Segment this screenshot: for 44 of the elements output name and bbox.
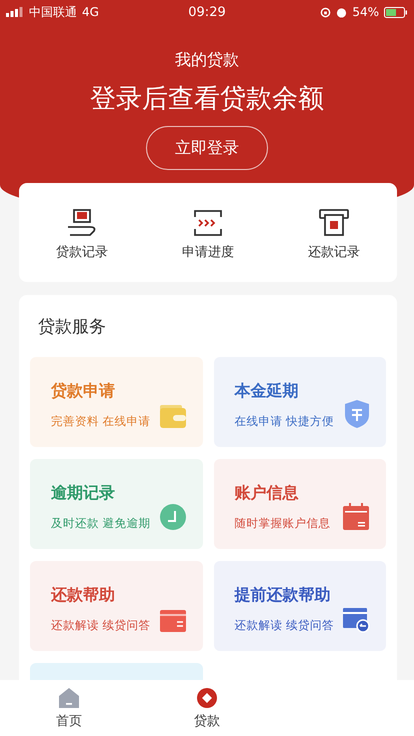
clock-time: 09:29: [188, 4, 226, 20]
lock-rotation-icon: [320, 6, 332, 18]
hand-money-icon[interactable]: [66, 209, 98, 237]
network-type: 4G: [82, 5, 99, 19]
card-slot-icon[interactable]: [319, 209, 349, 237]
service-tile[interactable]: 账户信息 随时掌握账户信息: [214, 459, 386, 549]
tile-title: 还款帮助: [51, 585, 115, 606]
quick-link-label[interactable]: 贷款记录: [56, 243, 108, 261]
carrier-name: 中国联通: [29, 4, 77, 20]
card-icon: [158, 609, 186, 633]
page-title: 我的贷款: [175, 50, 239, 71]
login-button[interactable]: 立即登录: [146, 126, 268, 170]
tab-item[interactable]: 首页: [0, 680, 138, 736]
card-return-icon: [342, 607, 370, 633]
coin-icon: [196, 686, 218, 708]
tile-title: 提前还款帮助: [234, 585, 330, 606]
tab-item[interactable]: 贷款: [138, 680, 276, 736]
service-tile[interactable]: 逾期记录 及时还款 避免逾期: [30, 459, 202, 549]
clock-icon: [158, 503, 186, 531]
tile-subtitle: 还款解读 续贷问答: [234, 618, 334, 633]
quick-link-label[interactable]: 申请进度: [182, 243, 234, 261]
tile-subtitle: 还款解读 续贷问答: [51, 618, 151, 633]
service-tile[interactable]: 还款帮助 还款解读 续贷问答: [30, 561, 202, 651]
battery-percent: 54%: [352, 5, 379, 19]
calendar-icon: [342, 503, 370, 531]
signal-icon: [6, 7, 24, 17]
tile-subtitle: 随时掌握账户信息: [234, 516, 330, 531]
service-tile[interactable]: 提前还款帮助 还款解读 续贷问答: [214, 561, 386, 651]
quick-link-label[interactable]: 还款记录: [308, 243, 360, 261]
tile-title: 本金延期: [234, 381, 298, 402]
tile-title: 账户信息: [234, 483, 298, 504]
wallet-icon: [158, 403, 186, 429]
tile-title: 贷款申请: [51, 381, 115, 402]
headline-text: 登录后查看贷款余额: [90, 83, 324, 116]
tile-subtitle: 完善资料 在线申请: [51, 414, 151, 429]
tile-subtitle: 及时还款 避免逾期: [51, 516, 151, 531]
shield-icon: [344, 399, 370, 429]
battery-icon: [384, 6, 408, 18]
service-tile[interactable]: 本金延期 在线申请 快捷方便: [214, 357, 386, 447]
section-title: 贷款服务: [38, 316, 107, 339]
home-icon: [58, 686, 80, 708]
tile-subtitle: 在线申请 快捷方便: [234, 414, 334, 429]
progress-arrows-icon[interactable]: [193, 209, 223, 237]
tile-title: 逾期记录: [51, 483, 115, 504]
